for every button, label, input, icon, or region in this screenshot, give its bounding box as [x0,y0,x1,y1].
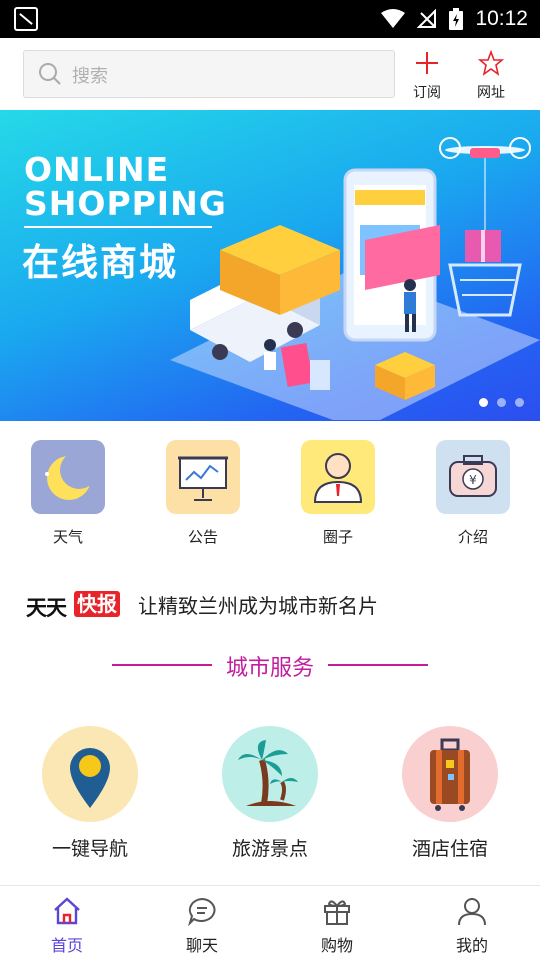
nav-chat-label: 聊天 [185,936,218,955]
tile-circle-label: 圈子 [322,528,353,546]
nav-profile-label: 我的 [455,936,488,955]
pagination-dot-2[interactable] [497,398,506,407]
websites-button[interactable]: 网址 [466,49,516,101]
nav-chat[interactable]: 聊天 [162,896,242,956]
banner-pagination[interactable] [479,398,524,407]
chat-icon [186,897,218,930]
presentation-board-icon [166,440,240,514]
search-input[interactable]: 搜索 [23,50,395,98]
wifi-icon [381,9,406,29]
nav-home-label: 首页 [50,936,83,955]
person-icon [301,440,375,514]
moon-icon [31,440,105,514]
notification-icon [14,7,38,31]
tile-intro[interactable]: ¥ 介绍 [433,440,513,547]
section-line-right [328,664,428,666]
section-header: 城市服务 [0,650,540,681]
gift-icon [321,900,353,930]
status-bar: 10:12 [0,0,540,38]
promo-banner[interactable]: ONLINE SHOPPING 在线商城 [0,110,540,421]
service-hotels[interactable]: 酒店住宿 [390,726,510,861]
service-navigation-label: 一键导航 [51,838,128,860]
pagination-dot-1[interactable] [479,398,488,407]
svg-text:¥: ¥ [469,473,477,487]
subscribe-label: 订阅 [413,85,441,101]
news-badge: 快报 [74,591,120,617]
star-icon [477,49,505,80]
pagination-dot-3[interactable] [515,398,524,407]
plus-icon [414,52,440,80]
tile-weather[interactable]: 天气 [28,440,108,547]
news-badge-prefix: 天天 [26,596,67,620]
home-icon [51,897,83,930]
tile-intro-label: 介绍 [457,528,488,546]
tile-circle[interactable]: 圈子 [298,440,378,547]
tile-weather-label: 天气 [52,528,83,546]
nav-profile[interactable]: 我的 [432,896,512,956]
bottom-navigation: 首页 聊天 购物 我的 [0,885,540,960]
tile-announcement-label: 公告 [187,528,218,546]
service-hotels-label: 酒店住宿 [411,838,488,860]
tile-announcement[interactable]: 公告 [163,440,243,547]
section-title: 城市服务 [225,656,314,681]
websites-label: 网址 [477,85,505,101]
user-icon [456,898,488,930]
news-headline[interactable]: 让精致兰州成为城市新名片 [138,590,378,619]
service-attractions[interactable]: 旅游景点 [210,726,330,861]
palm-tree-icon [222,726,318,822]
nav-shopping-label: 购物 [320,936,353,955]
search-icon [38,62,62,90]
top-header: 搜索 订阅 网址 [0,38,540,110]
status-icons: 10:12 [381,0,528,38]
signal-off-icon [417,9,437,29]
status-time: 10:12 [475,7,528,30]
quick-tiles: 天气 公告 圈子 ¥ 介绍 [0,440,540,550]
news-ticker[interactable]: 天天 快报 让精致兰州成为城市新名片 [26,588,526,622]
nav-home[interactable]: 首页 [27,896,107,956]
shopping-illustration [170,137,540,420]
service-navigation[interactable]: 一键导航 [30,726,150,861]
luggage-icon [402,726,498,822]
search-placeholder: 搜索 [72,66,108,87]
money-case-icon: ¥ [436,440,510,514]
subscribe-button[interactable]: 订阅 [402,50,452,101]
nav-shopping[interactable]: 购物 [297,896,377,956]
service-attractions-label: 旅游景点 [231,838,308,860]
map-pin-icon [42,726,138,822]
battery-charging-icon [449,8,464,30]
